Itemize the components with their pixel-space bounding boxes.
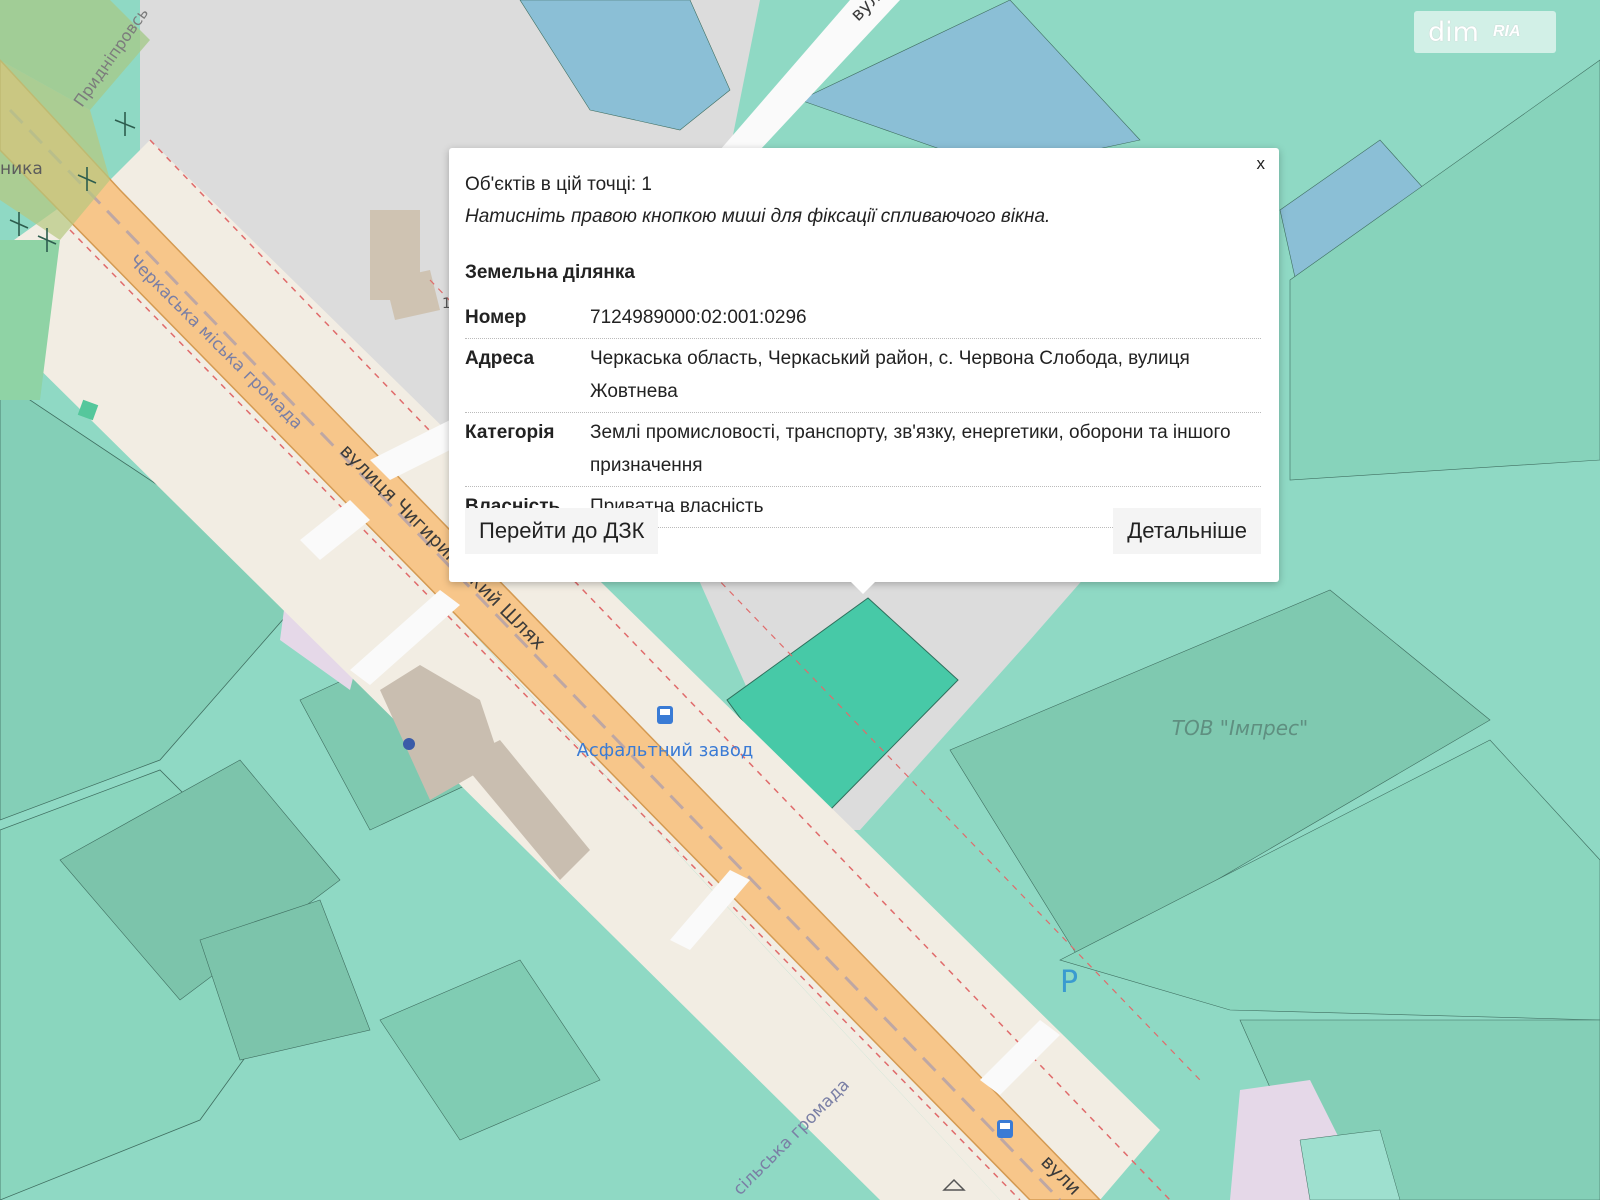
property-key: Категорія — [465, 422, 555, 443]
label-area-left: ника — [0, 159, 43, 179]
label-bus-stop-line: Асфальтний завод — [577, 740, 754, 761]
label-company: ТОВ "Імпрес" — [1172, 716, 1309, 740]
close-button[interactable]: x — [1257, 154, 1266, 174]
property-key: Адреса — [465, 348, 535, 369]
watermark-ria: RIA — [1492, 23, 1521, 40]
watermark-dim: dim — [1428, 16, 1479, 48]
property-row-address: Адреса Черкаська область, Черкаський рай… — [465, 339, 1261, 413]
property-row-number: Номер 7124989000:02:001:0296 — [465, 298, 1261, 339]
property-value: Черкаська область, Черкаський район, с. … — [590, 348, 1190, 402]
label-bus-stop: Асфальтний завод — [577, 740, 754, 761]
popup-hint: Натисніть правою кнопкою миші для фіксац… — [465, 206, 1051, 227]
section-title: Земельна ділянка — [465, 262, 635, 283]
property-key: Номер — [465, 307, 527, 328]
go-to-dzk-button[interactable]: Перейти до ДЗК — [465, 508, 659, 554]
bus-stop-icon-2[interactable] — [997, 1120, 1013, 1138]
feature-popup: x Об'єктів в цій точці: 1 Натисніть прав… — [449, 148, 1279, 594]
property-value: 7124989000:02:001:0296 — [590, 307, 807, 328]
details-button[interactable]: Детальніше — [1113, 508, 1261, 554]
property-value: Землі промисловості, транспорту, зв'язку… — [590, 422, 1231, 476]
point-marker[interactable] — [403, 738, 415, 750]
parking-icon: P — [1060, 965, 1078, 1000]
popup-tip — [851, 582, 875, 594]
watermark-logo: dim RIA — [1414, 11, 1556, 53]
property-row-category: Категорія Землі промисловості, транспорт… — [465, 413, 1261, 487]
popup-actions: Перейти до ДЗК Детальніше — [465, 508, 1261, 554]
objects-count: Об'єктів в цій точці: 1 — [465, 174, 652, 195]
bus-stop-icon[interactable] — [657, 706, 673, 724]
